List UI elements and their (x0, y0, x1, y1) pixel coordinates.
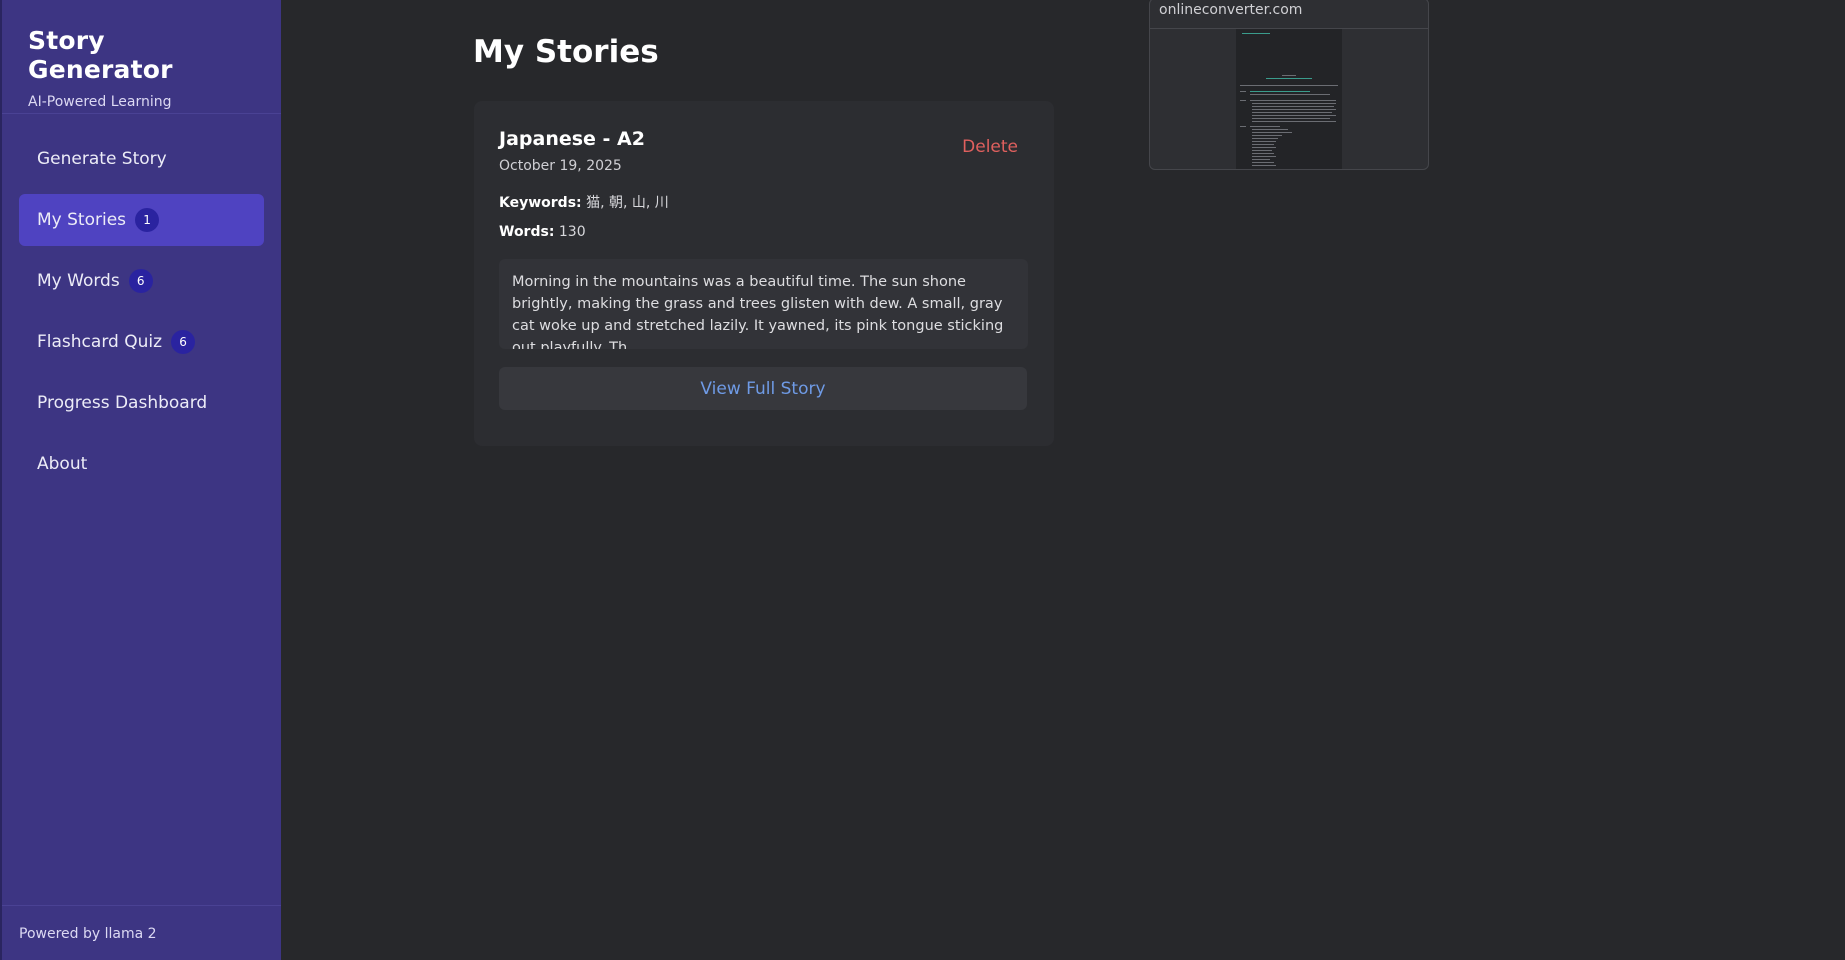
story-title: Japanese - A2 (499, 128, 645, 150)
view-full-story-button[interactable]: View Full Story (499, 367, 1027, 410)
sidebar-item-label: About (37, 454, 88, 474)
keywords-line: Keywords: 猫, 朝, 山, 川 (499, 192, 1028, 212)
sidebar-item-flashcard-quiz[interactable]: Flashcard Quiz 6 (19, 316, 264, 368)
sidebar-item-label: Flashcard Quiz (37, 332, 163, 352)
sidebar-item-label: Generate Story (37, 149, 167, 169)
sidebar-footer: Powered by llama 2 (2, 905, 281, 960)
page-title: My Stories (473, 34, 659, 70)
word-count-line: Words: 130 (499, 224, 1028, 240)
app-title: Story Generator (28, 26, 173, 84)
page-thumbnail (1236, 29, 1342, 169)
popup-domain: onlineconverter.com (1150, 0, 1428, 29)
sidebar-item-my-words[interactable]: My Words 6 (19, 255, 264, 307)
brand: Story Generator AI-Powered Learning (2, 0, 281, 114)
sidebar-item-my-stories[interactable]: My Stories 1 (19, 194, 264, 246)
story-card: Japanese - A2 October 19, 2025 Delete Ke… (474, 101, 1054, 446)
app-subtitle: AI-Powered Learning (28, 94, 172, 110)
words-label: Words: (499, 224, 555, 240)
sidebar-item-generate-story[interactable]: Generate Story (19, 133, 264, 185)
story-heading: Japanese - A2 October 19, 2025 (499, 128, 645, 174)
story-excerpt: Morning in the mountains was a beautiful… (499, 259, 1028, 349)
tab-preview-popup[interactable]: onlineconverter.com (1149, 0, 1429, 170)
delete-button[interactable]: Delete (962, 137, 1018, 174)
sidebar-item-about[interactable]: About (19, 438, 264, 490)
words-value: 130 (558, 224, 586, 240)
sidebar-nav: Generate Story My Stories 1 My Words 6 F… (2, 114, 281, 490)
sidebar-item-label: My Words (37, 271, 120, 291)
sidebar: Story Generator AI-Powered Learning Gene… (0, 0, 281, 960)
count-badge: 1 (135, 208, 160, 232)
keywords-label: Keywords: (499, 195, 582, 211)
count-badge: 6 (128, 269, 153, 293)
story-date: October 19, 2025 (499, 158, 622, 174)
story-card-header: Japanese - A2 October 19, 2025 Delete (499, 128, 1028, 174)
sidebar-item-progress-dashboard[interactable]: Progress Dashboard (19, 377, 264, 429)
keywords-value: 猫, 朝, 山, 川 (586, 195, 669, 211)
sidebar-item-label: Progress Dashboard (37, 393, 208, 413)
count-badge: 6 (171, 330, 196, 354)
sidebar-item-label: My Stories (37, 210, 127, 230)
